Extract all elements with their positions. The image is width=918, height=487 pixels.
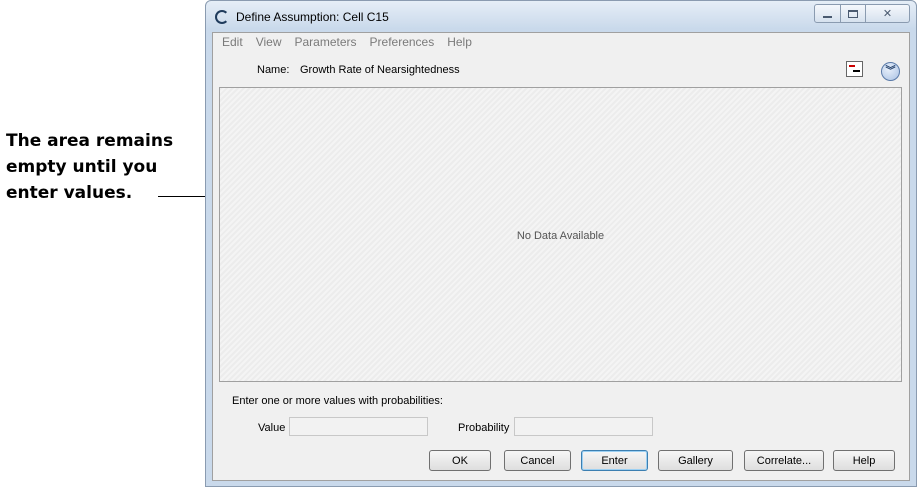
minimize-icon xyxy=(823,15,832,18)
close-icon: ✕ xyxy=(882,8,893,20)
title-bar[interactable]: Define Assumption: Cell C15 ✕ xyxy=(206,1,916,31)
menu-view[interactable]: View xyxy=(256,33,282,53)
distribution-chart-area: No Data Available xyxy=(219,87,902,382)
correlate-button[interactable]: Correlate... xyxy=(744,450,824,471)
callout-annotation: The area remains empty until you enter v… xyxy=(6,128,196,206)
value-input[interactable] xyxy=(289,417,428,436)
expand-button[interactable]: ︾ xyxy=(881,62,900,81)
maximize-button[interactable] xyxy=(841,4,866,23)
probability-label: Probability xyxy=(458,422,510,434)
probability-input[interactable] xyxy=(514,417,653,436)
callout-line-2: empty until you xyxy=(6,157,158,177)
cancel-button[interactable]: Cancel xyxy=(504,450,571,471)
dialog-client-area: Edit View Parameters Preferences Help Na… xyxy=(212,32,910,481)
menu-help[interactable]: Help xyxy=(447,33,472,53)
window-title: Define Assumption: Cell C15 xyxy=(236,10,389,24)
callout-line-3: enter values. xyxy=(6,183,133,203)
window-controls: ✕ xyxy=(814,4,910,23)
maximize-icon xyxy=(848,9,858,18)
cell-select-icon[interactable] xyxy=(846,61,863,77)
ok-button[interactable]: OK xyxy=(429,450,491,471)
help-button[interactable]: Help xyxy=(833,450,895,471)
assumption-name-input[interactable] xyxy=(298,60,865,80)
crystal-ball-icon xyxy=(215,10,229,24)
entry-hint: Enter one or more values with probabilit… xyxy=(232,395,443,407)
menu-preferences[interactable]: Preferences xyxy=(370,33,435,53)
no-data-message: No Data Available xyxy=(516,230,605,242)
menu-parameters[interactable]: Parameters xyxy=(294,33,356,53)
minimize-button[interactable] xyxy=(814,4,841,23)
double-chevron-down-icon: ︾ xyxy=(885,65,896,77)
close-button[interactable]: ✕ xyxy=(866,4,910,23)
callout-line-1: The area remains xyxy=(6,131,174,151)
menu-bar: Edit View Parameters Preferences Help xyxy=(213,33,909,53)
enter-button[interactable]: Enter xyxy=(581,450,648,471)
name-label: Name: xyxy=(257,64,290,76)
value-label: Value xyxy=(258,422,286,434)
define-assumption-window: Define Assumption: Cell C15 ✕ Edit View … xyxy=(205,0,917,487)
menu-edit[interactable]: Edit xyxy=(222,33,243,53)
gallery-button[interactable]: Gallery xyxy=(658,450,733,471)
